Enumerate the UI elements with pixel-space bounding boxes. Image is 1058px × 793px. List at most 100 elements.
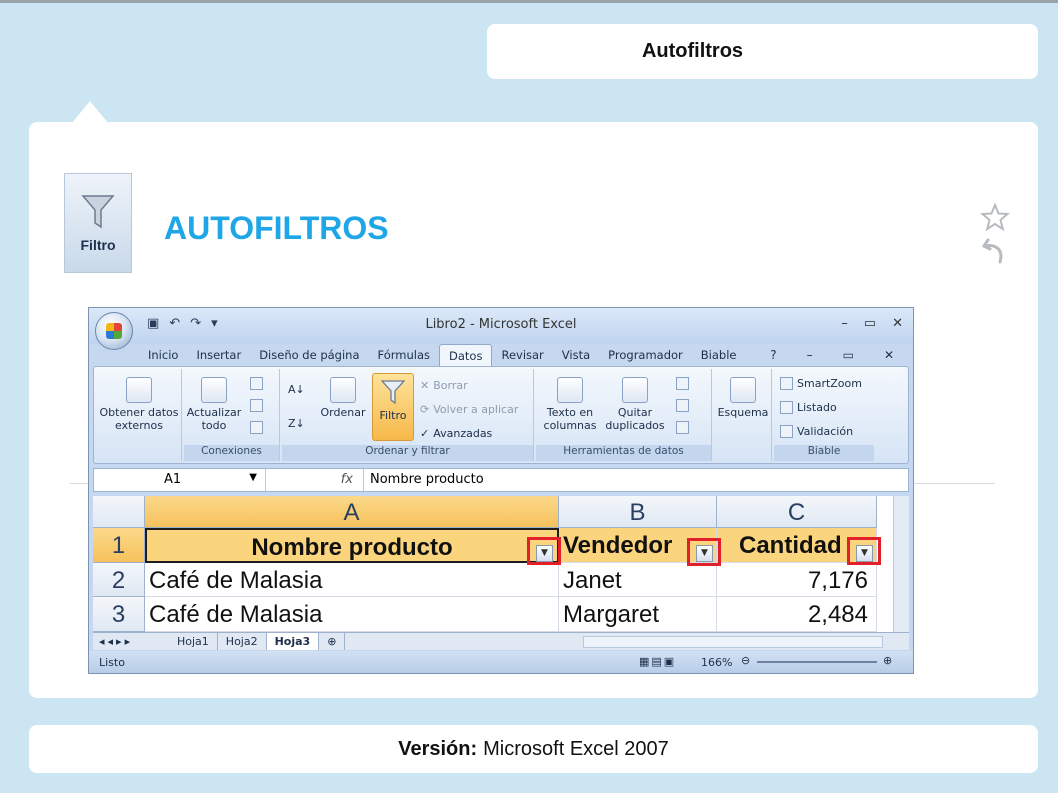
cell-c2[interactable]: 7,176 — [717, 563, 877, 597]
sort-za-icon[interactable]: Z↓ — [288, 417, 305, 430]
volver-aplicar-button[interactable]: ⟳ Volver a aplicar — [420, 403, 518, 416]
zoom-in-icon[interactable]: ⊕ — [883, 654, 892, 667]
texto-columnas-button[interactable]: Texto en columnas — [540, 377, 600, 432]
tab-formulas[interactable]: Fórmulas — [369, 344, 440, 366]
zoom-out-icon[interactable]: ⊖ — [741, 654, 750, 667]
excel-titlebar: ▣ ↶ ↷ ▾ Libro2 - Microsoft Excel – ▭ ✕ — [89, 308, 913, 344]
ordenar-filtrar-label: Ordenar y filtrar — [282, 445, 533, 461]
tab-vista[interactable]: Vista — [553, 344, 599, 366]
connections-icon[interactable] — [250, 377, 263, 390]
group-biable: SmartZoom Listado Validación Biable — [774, 369, 874, 461]
col-header-c[interactable]: C — [717, 496, 877, 528]
properties-icon[interactable] — [250, 399, 263, 412]
sort-az-icon[interactable]: A↓ — [288, 383, 305, 396]
cell-b3[interactable]: Margaret — [559, 597, 717, 632]
highlight-box-b — [687, 538, 721, 566]
top-border-line — [0, 0, 1058, 3]
validacion-button[interactable]: Validación — [780, 425, 853, 438]
esquema-button[interactable]: Esquema — [716, 377, 770, 419]
namebox-dropdown-icon[interactable]: ▼ — [249, 472, 257, 483]
highlight-box-a — [527, 537, 561, 565]
tab-biable[interactable]: Biable — [692, 344, 746, 366]
listado-button[interactable]: Listado — [780, 401, 837, 414]
data-validation-icon[interactable] — [676, 377, 689, 390]
sheet-tab-hoja2[interactable]: Hoja2 — [218, 633, 267, 650]
magnifier-icon — [780, 377, 793, 390]
name-box[interactable]: A1 ▼ — [94, 469, 266, 491]
borrar-button[interactable]: ✕ Borrar — [420, 379, 468, 392]
zoom-level[interactable]: 166% — [701, 656, 732, 669]
tab-revisar[interactable]: Revisar — [492, 344, 552, 366]
excel-screenshot: ▣ ↶ ↷ ▾ Libro2 - Microsoft Excel – ▭ ✕ I… — [88, 307, 914, 674]
status-text: Listo — [99, 656, 125, 669]
ordenar-button[interactable]: Ordenar — [318, 377, 368, 419]
select-all-corner[interactable] — [93, 496, 145, 528]
avanzadas-button[interactable]: ✓ Avanzadas — [420, 427, 492, 440]
actualizar-button[interactable]: Actualizar todo — [186, 377, 242, 432]
col-header-a[interactable]: A — [145, 496, 559, 528]
ribbon-window-controls: ? – ▭ ✕ — [761, 344, 913, 366]
sheet-tabs-bar: ◂◂▸▸ Hoja1 Hoja2 Hoja3 ⊕ — [93, 632, 909, 650]
minimize-icon[interactable]: – — [841, 316, 848, 331]
cell-a3[interactable]: Café de Malasia — [145, 597, 559, 632]
row-header-1[interactable]: 1 — [93, 528, 145, 563]
vertical-scrollbar[interactable] — [893, 496, 909, 632]
tab-inicio[interactable]: Inicio — [139, 344, 187, 366]
filtro-button[interactable]: Filtro — [372, 373, 414, 441]
reapply-icon: ⟳ — [420, 403, 430, 416]
tab-insertar[interactable]: Insertar — [187, 344, 250, 366]
database-icon — [126, 377, 152, 403]
star-icon[interactable] — [980, 202, 1010, 232]
help-icon[interactable]: ? — [761, 344, 785, 366]
status-bar: Listo ▦▤▣ 166% ⊖ ⊕ — [89, 651, 913, 673]
sheet-nav-icon[interactable]: ◂◂▸▸ — [99, 635, 133, 648]
slide-tab-title: Autofiltros — [487, 24, 1038, 79]
tab-programador[interactable]: Programador — [599, 344, 692, 366]
quitar-duplicados-button[interactable]: Quitar duplicados — [602, 377, 668, 432]
ribbon: Obtener datos externos Actualizar todo C… — [93, 366, 909, 464]
group-obtener: Obtener datos externos — [96, 369, 182, 461]
cell-b2[interactable]: Janet — [559, 563, 717, 597]
edit-links-icon[interactable] — [250, 421, 263, 434]
ribbon-minimize-icon[interactable]: – — [798, 344, 822, 366]
row-header-3[interactable]: 3 — [93, 597, 145, 632]
sort-icon — [330, 377, 356, 403]
what-if-icon[interactable] — [676, 421, 689, 434]
ribbon-restore-icon[interactable]: ▭ — [834, 344, 863, 366]
close-icon[interactable]: ✕ — [892, 316, 903, 331]
page-heading: AUTOFILTROS — [164, 210, 389, 246]
sheet-tab-hoja1[interactable]: Hoja1 — [169, 633, 218, 650]
spreadsheet-grid: A B C 1 2 3 Nombre producto Vendedor Can… — [93, 496, 897, 632]
row-header-2[interactable]: 2 — [93, 563, 145, 597]
new-sheet-icon[interactable]: ⊕ — [319, 633, 346, 650]
cell-a2[interactable]: Café de Malasia — [145, 563, 559, 597]
zoom-slider[interactable] — [757, 661, 877, 663]
version-value: Microsoft Excel 2007 — [483, 737, 669, 760]
consolidate-icon[interactable] — [676, 399, 689, 412]
card-notch — [72, 101, 108, 123]
group-herramientas: Texto en columnas Quitar duplicados Herr… — [536, 369, 712, 461]
ribbon-tabs: Inicio Insertar Diseño de página Fórmula… — [139, 344, 913, 366]
funnel-icon — [380, 380, 406, 405]
funnel-icon — [81, 195, 115, 229]
col-header-b[interactable]: B — [559, 496, 717, 528]
back-arrow-icon[interactable] — [980, 236, 1010, 266]
validation-icon — [780, 425, 793, 438]
office-button[interactable] — [95, 312, 133, 350]
tab-datos[interactable]: Datos — [439, 344, 493, 366]
list-icon — [780, 401, 793, 414]
obtener-datos-button[interactable]: Obtener datos externos — [99, 377, 179, 432]
fx-icon[interactable]: fx — [274, 469, 364, 491]
view-buttons-icon[interactable]: ▦▤▣ — [639, 655, 676, 668]
cell-a1[interactable]: Nombre producto — [145, 528, 559, 563]
formula-input[interactable]: Nombre producto — [370, 472, 484, 487]
sheet-tabs: Hoja1 Hoja2 Hoja3 ⊕ — [169, 633, 346, 650]
sheet-tab-hoja3[interactable]: Hoja3 — [266, 633, 320, 650]
ribbon-close-icon[interactable]: ✕ — [875, 344, 903, 366]
refresh-icon — [201, 377, 227, 403]
horizontal-scrollbar[interactable] — [583, 636, 883, 648]
cell-c3[interactable]: 2,484 — [717, 597, 877, 632]
maximize-icon[interactable]: ▭ — [864, 316, 876, 331]
tab-diseno[interactable]: Diseño de página — [250, 344, 368, 366]
smartzoom-button[interactable]: SmartZoom — [780, 377, 862, 390]
